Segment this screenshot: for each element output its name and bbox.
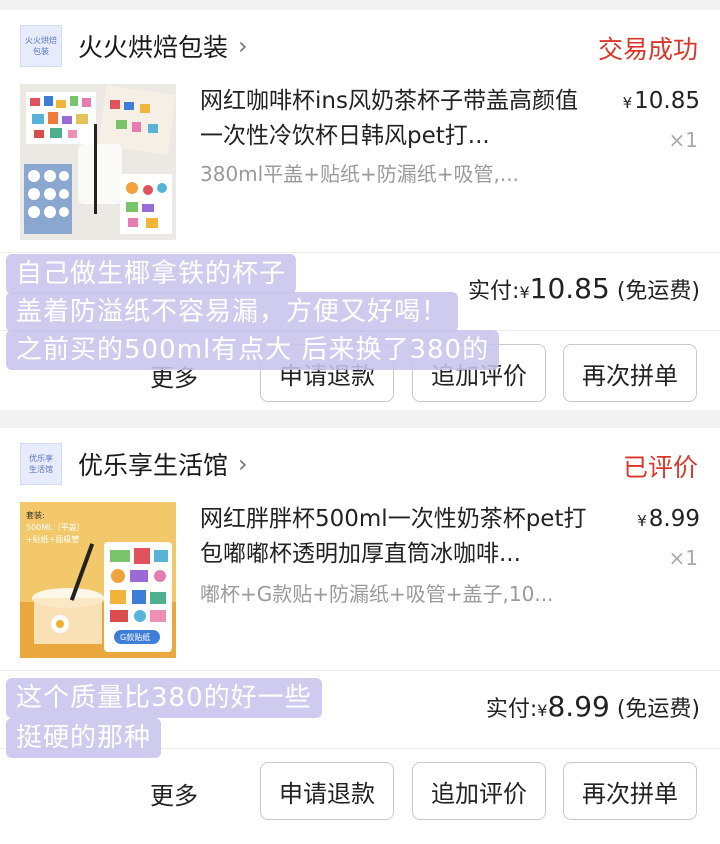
product-price: ¥10.85 (622, 88, 700, 114)
product-title[interactable]: 网红胖胖杯500ml一次性奶茶杯pet打包嘟嘟杯透明加厚直筒冰咖啡... (200, 502, 590, 572)
thumb-label: 套装: (26, 510, 45, 520)
chevron-right-icon: › (238, 32, 248, 60)
product-sku: 嘟杯+G款贴+防漏纸+吸管+盖子,10... (200, 582, 554, 606)
thumb-label: 500ML（平盖） (26, 522, 85, 532)
product-title[interactable]: 网红咖啡杯ins风奶茶杯子带盖高颜值一次性冷饮杯日韩风pet打... (200, 84, 590, 154)
thumb-label: +贴纸+插吸管 (26, 534, 79, 544)
shop-logo: 火火烘焙 包装 (20, 25, 62, 67)
add-review-button[interactable]: 追加评价 (412, 762, 546, 820)
product-qty: ×1 (668, 546, 698, 570)
product-qty: ×1 (668, 128, 698, 152)
note-overlay: 盖着防溢纸不容易漏，方便又好喝！ (6, 292, 459, 332)
paid-amount: 实付:¥8.99 (免运费) (485, 690, 700, 723)
shop-header[interactable]: 火火烘焙 包装 火火烘焙包装 › (20, 24, 248, 68)
more-button[interactable]: 更多 (150, 776, 198, 811)
note-overlay: 这个质量比380的好一些 (6, 678, 322, 718)
reorder-button[interactable]: 再次拼单 (563, 762, 697, 820)
divider (0, 252, 720, 253)
product-price: ¥8.99 (637, 506, 700, 532)
order-status: 交易成功 (597, 35, 698, 64)
shop-name[interactable]: 优乐享生活馆 (78, 446, 228, 482)
shop-name[interactable]: 火火烘焙包装 (78, 28, 228, 64)
shop-logo: 优乐享 生活馆 (20, 443, 62, 485)
divider (0, 670, 720, 671)
paid-amount: 实付:¥10.85 (免运费) (468, 272, 700, 305)
product-image[interactable]: 套装: 500ML（平盖） +贴纸+插吸管 G款贴纸 (20, 502, 176, 658)
order-card: 优乐享 生活馆 优乐享生活馆 › 已评价 套装: 500ML（平盖） +贴纸+插… (0, 428, 720, 844)
thumb-badge: G款贴纸 (120, 632, 150, 642)
reorder-button[interactable]: 再次拼单 (563, 344, 697, 402)
product-image[interactable] (20, 84, 176, 240)
note-overlay: 自己做生椰拿铁的杯子 (6, 254, 297, 294)
order-status: 已评价 (622, 453, 698, 482)
product-sku: 380ml平盖+贴纸+防漏纸+吸管,... (200, 162, 519, 186)
chevron-right-icon: › (238, 450, 248, 478)
note-overlay: 之前买的500ml有点大 后来换了380的 (6, 330, 500, 370)
refund-button[interactable]: 申请退款 (260, 762, 394, 820)
note-overlay: 挺硬的那种 (6, 718, 162, 758)
shop-header[interactable]: 优乐享 生活馆 优乐享生活馆 › (20, 442, 248, 486)
